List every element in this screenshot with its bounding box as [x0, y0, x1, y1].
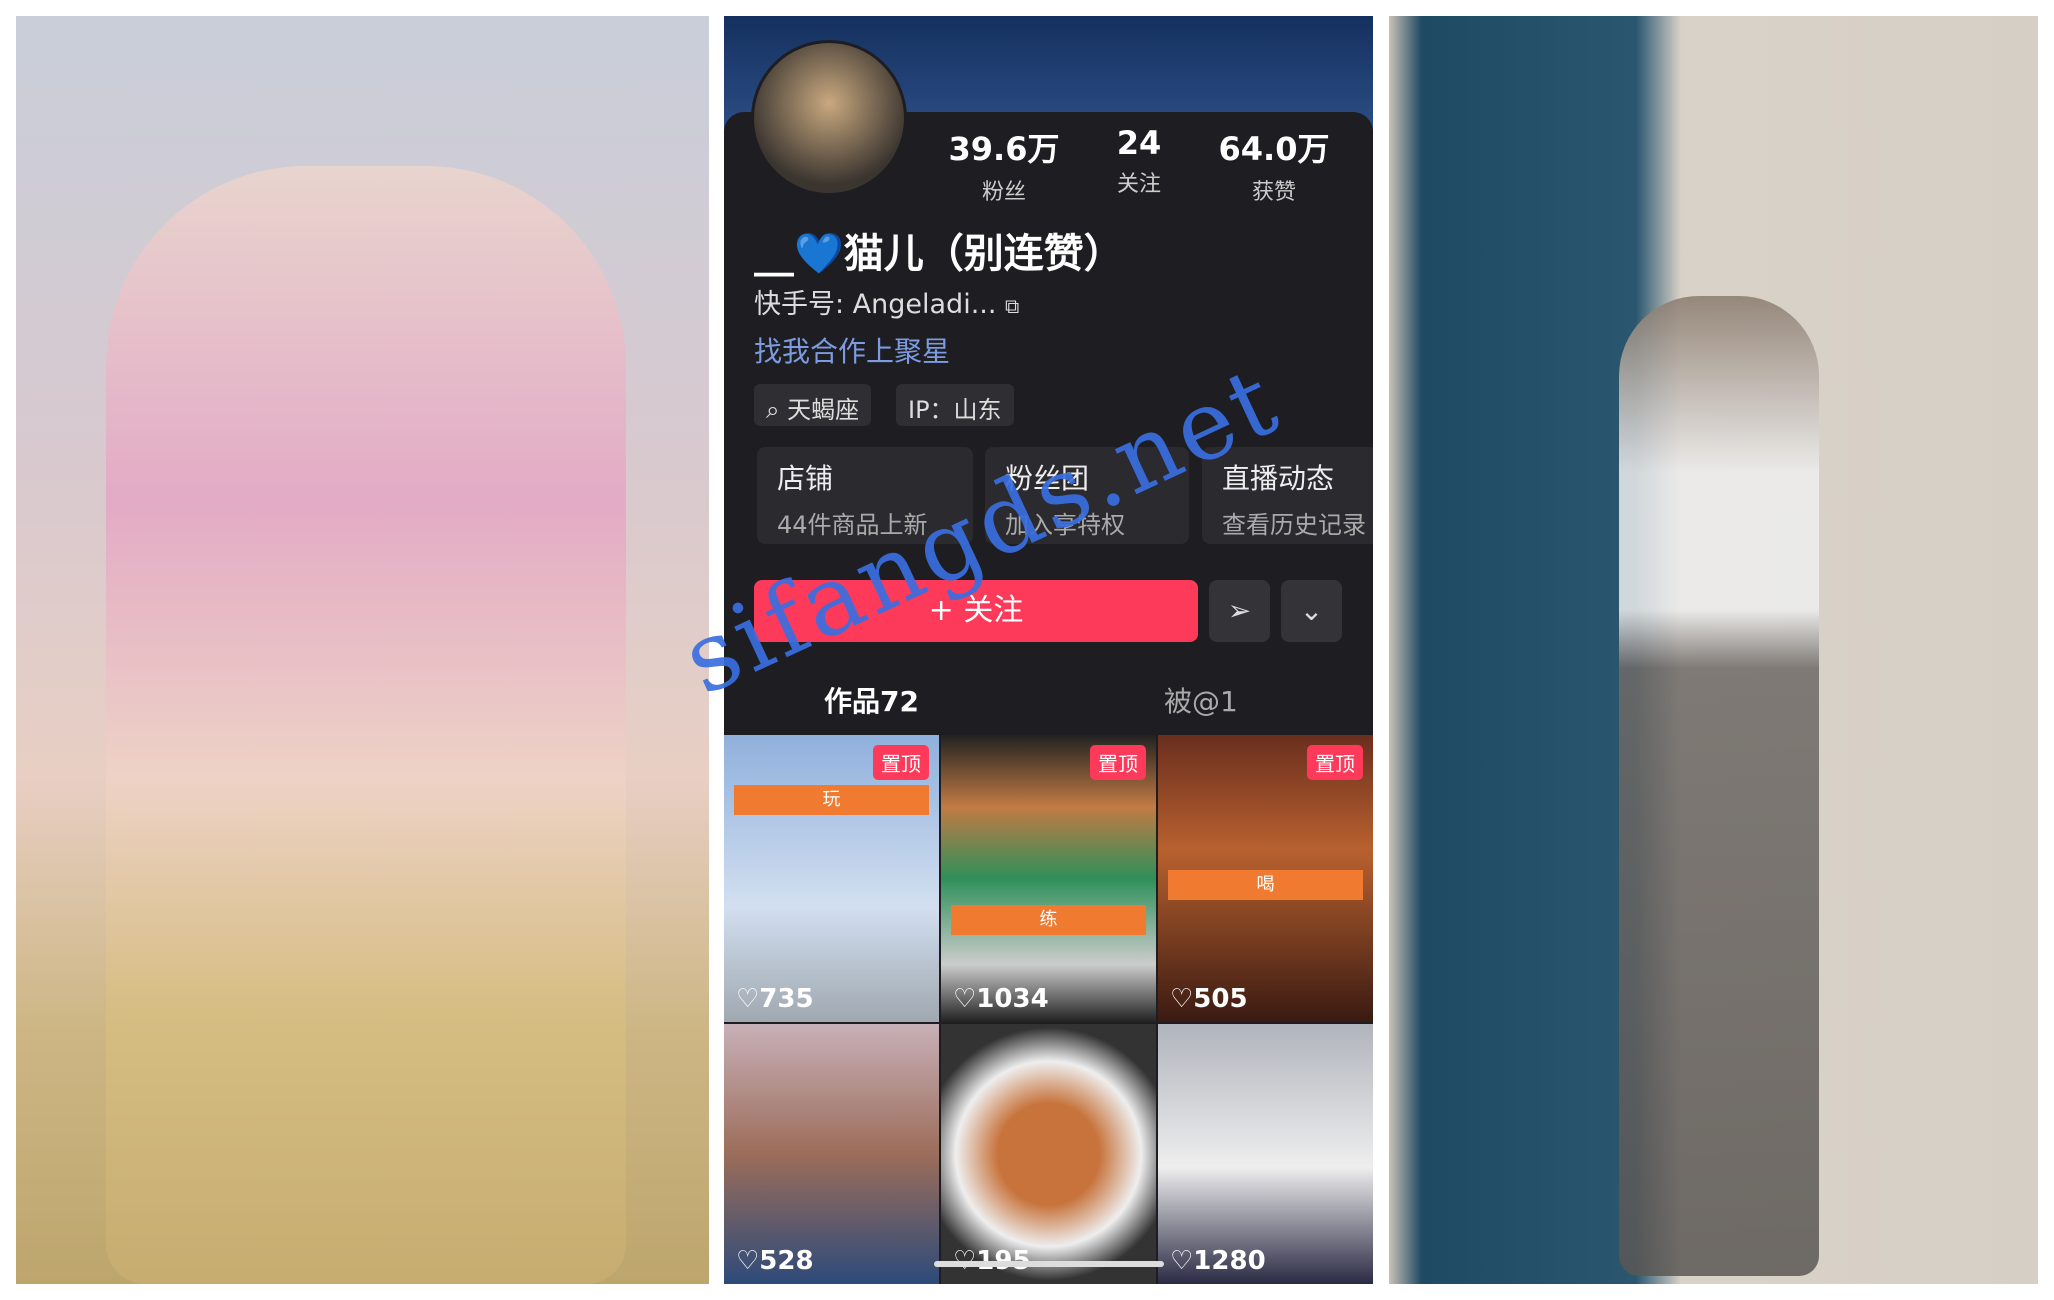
tab-works[interactable]: 作品72	[824, 680, 919, 720]
home-indicator	[934, 1261, 1164, 1267]
card-title: 店铺	[777, 462, 834, 495]
stat-likes[interactable]: 64.0万获赞	[1204, 124, 1344, 206]
stat-value: 39.6万	[948, 130, 1060, 168]
video-tile[interactable]: 置顶喝 ♡505	[1158, 735, 1373, 1022]
person-figure	[1619, 296, 1819, 1276]
caption-band: 练	[951, 905, 1146, 935]
promo-link[interactable]: 找我合作上聚星	[754, 330, 950, 370]
stat-following[interactable]: 24 关注	[1069, 124, 1209, 198]
like-count: ♡735	[736, 984, 814, 1014]
tag-zodiac: ⌕ 天蝎座	[754, 384, 872, 426]
like-count: ♡528	[736, 1246, 814, 1276]
stat-label: 粉丝	[981, 180, 1026, 205]
stat-label: 关注	[1116, 172, 1161, 197]
stat-value: 64.0万	[1218, 130, 1330, 168]
profile-name: __💙猫儿（别连赞）	[754, 231, 1124, 277]
chevron-down-icon: ⌄	[1299, 594, 1324, 627]
right-photo	[1389, 16, 2038, 1284]
like-count: ♡505	[1170, 984, 1248, 1014]
video-tile[interactable]: ♡195	[941, 1024, 1156, 1284]
account-id-text: 快手号: Angeladi...	[754, 289, 997, 320]
more-button[interactable]: ⌄	[1281, 580, 1342, 642]
left-photo	[16, 16, 709, 1284]
caption-band: 喝	[1168, 870, 1363, 900]
person-figure	[106, 166, 626, 1284]
caption-band: 玩	[734, 785, 929, 815]
tag-ip: IP：山东	[896, 384, 1014, 426]
pinned-badge: 置顶	[873, 745, 929, 780]
send-button[interactable]: ➢	[1209, 580, 1270, 642]
avatar[interactable]	[751, 40, 907, 196]
stat-value: 24	[1116, 124, 1162, 162]
video-tile[interactable]: ♡1280	[1158, 1024, 1373, 1284]
stat-label: 获赞	[1251, 180, 1296, 205]
account-id: 快手号: Angeladi... ⧉	[754, 282, 1019, 321]
like-count: ♡1034	[953, 984, 1049, 1014]
video-tile[interactable]: 置顶玩 ♡735	[724, 735, 939, 1022]
tab-mentions[interactable]: 被@1	[1164, 680, 1238, 720]
stat-fans[interactable]: 39.6万粉丝	[934, 124, 1074, 206]
pinned-badge: 置顶	[1307, 745, 1363, 780]
send-icon: ➢	[1227, 594, 1252, 627]
video-tile[interactable]: ♡528	[724, 1024, 939, 1284]
like-count: ♡1280	[1170, 1246, 1266, 1276]
video-tile[interactable]: 置顶练 ♡1034	[941, 735, 1156, 1022]
copy-icon[interactable]: ⧉	[1005, 294, 1019, 318]
pinned-badge: 置顶	[1090, 745, 1146, 780]
card-subtitle: 查看历史记录	[1222, 511, 1366, 539]
